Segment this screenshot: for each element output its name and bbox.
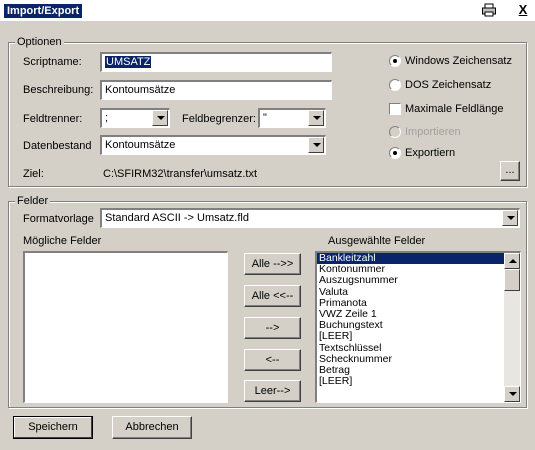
close-icon[interactable]: X [514,3,532,19]
exportieren-radio[interactable] [389,147,401,159]
import-export-dialog: Import/Export X Optionen Scriptname: UMS… [0,0,535,450]
alle-hinzufuegen-button[interactable]: Alle -->> [244,253,301,275]
chevron-down-icon[interactable] [152,110,168,126]
list-item[interactable]: [LEER] [317,375,504,387]
scriptname-label: Scriptname: [23,56,82,68]
maximale-feldlaenge-checkbox[interactable] [389,103,401,115]
vertical-scrollbar[interactable] [504,253,520,402]
feldbegrenzer-select[interactable]: " [258,108,326,128]
hinzufuegen-button[interactable]: --> [244,317,301,339]
windows-zeichensatz-label[interactable]: Windows Zeichensatz [405,55,512,67]
importieren-radio [389,126,401,138]
exportieren-label[interactable]: Exportiern [405,147,455,159]
title-bar: Import/Export X [0,0,535,22]
dos-zeichensatz-label[interactable]: DOS Zeichensatz [405,79,491,91]
scriptname-value: UMSATZ [105,56,152,68]
importieren-label: Importieren [405,126,461,138]
scroll-up-icon[interactable] [504,253,520,269]
ziel-label: Ziel: [23,168,44,180]
chevron-down-icon[interactable] [308,110,324,126]
printer-icon[interactable] [480,3,498,19]
formatvorlage-value: Standard ASCII -> Umsatz.fld [100,208,520,228]
list-item[interactable]: [LEER] [317,331,504,342]
formatvorlage-label: Formatvorlage [23,213,94,225]
maximale-feldlaenge-label[interactable]: Maximale Feldlänge [405,103,503,115]
ausgewaehlte-felder-label: Ausgewählte Felder [328,235,426,247]
moegliche-felder-label: Mögliche Felder [23,235,102,247]
ziel-path: C:\SFIRM32\transfer\umsatz.txt [103,168,258,180]
window-title: Import/Export [4,4,83,18]
beschreibung-label: Beschreibung: [23,84,94,96]
scroll-thumb[interactable] [504,269,520,291]
alle-entfernen-button[interactable]: Alle <<-- [244,285,301,307]
feldtrenner-select[interactable]: ; [100,108,170,128]
beschreibung-input[interactable]: Kontoumsätze [100,80,332,100]
feldtrenner-label: Feldtrenner: [23,113,83,125]
feldbegrenzer-label: Feldbegrenzer: [182,113,256,125]
ausgewaehlte-felder-list[interactable]: Bankleitzahl Kontonummer Auszugsnummer Valu… [315,251,521,403]
list-item[interactable]: Textschlüssel [317,342,504,354]
leer-hinzufuegen-button[interactable]: Leer--> [244,380,301,402]
scriptname-input[interactable]: UMSATZ [100,52,332,72]
chevron-down-icon[interactable] [308,137,324,153]
formatvorlage-select[interactable]: Standard ASCII -> Umsatz.fld [100,208,520,228]
list-item[interactable]: Auszugsnummer [317,275,504,286]
windows-zeichensatz-radio[interactable] [389,55,401,67]
optionen-group-label: Optionen [15,36,64,48]
dos-zeichensatz-radio[interactable] [389,79,401,91]
browse-button[interactable]: ... [500,161,520,181]
scroll-down-icon[interactable] [504,386,520,402]
datenbestand-value: Kontoumsätze [100,135,326,155]
abbrechen-button[interactable]: Abbrechen [112,416,192,439]
datenbestand-label: Datenbestand [23,140,92,152]
chevron-down-icon[interactable] [502,210,518,226]
felder-group-label: Felder [15,195,51,207]
moegliche-felder-list[interactable] [23,251,228,403]
speichern-button[interactable]: Speichern [13,416,93,439]
datenbestand-select[interactable]: Kontoumsätze [100,135,326,155]
entfernen-button[interactable]: <-- [244,349,301,371]
